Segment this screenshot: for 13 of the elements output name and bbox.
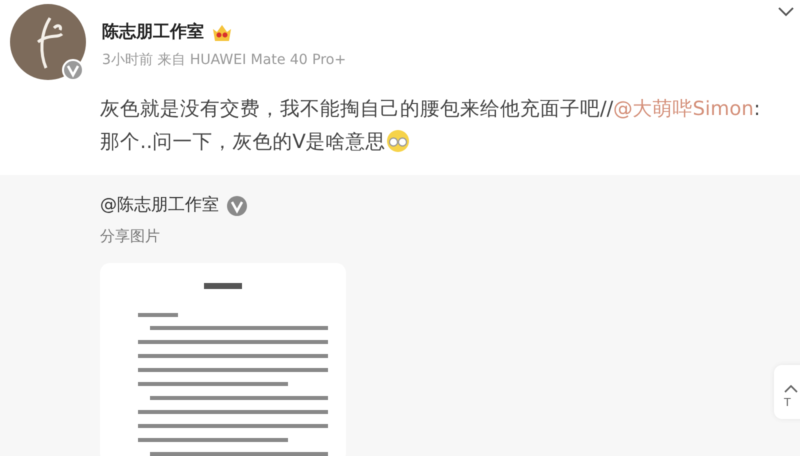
chevron-up-icon — [784, 384, 798, 392]
post-text: 灰色就是没有交费，我不能掏自己的腰包来给他充面子吧//@大萌哔Simon: 那个..问一下，灰色的V是啥意思 — [100, 96, 762, 155]
verified-icon — [227, 196, 247, 216]
username[interactable]: 陈志朋工作室 — [102, 20, 204, 46]
repost-text: 分享图片 — [100, 226, 161, 246]
chevron-down-icon[interactable] — [778, 6, 794, 18]
crown-badge-icon — [212, 24, 232, 42]
repost-author[interactable]: @陈志朋工作室 — [100, 193, 219, 218]
back-to-top-button[interactable]: T — [774, 365, 800, 419]
post-time: 3小时前 — [102, 52, 153, 68]
post-source: 来自 HUAWEI Mate 40 Pro+ — [157, 52, 346, 68]
avatar[interactable] — [10, 4, 86, 80]
emoji-icon — [386, 129, 410, 153]
